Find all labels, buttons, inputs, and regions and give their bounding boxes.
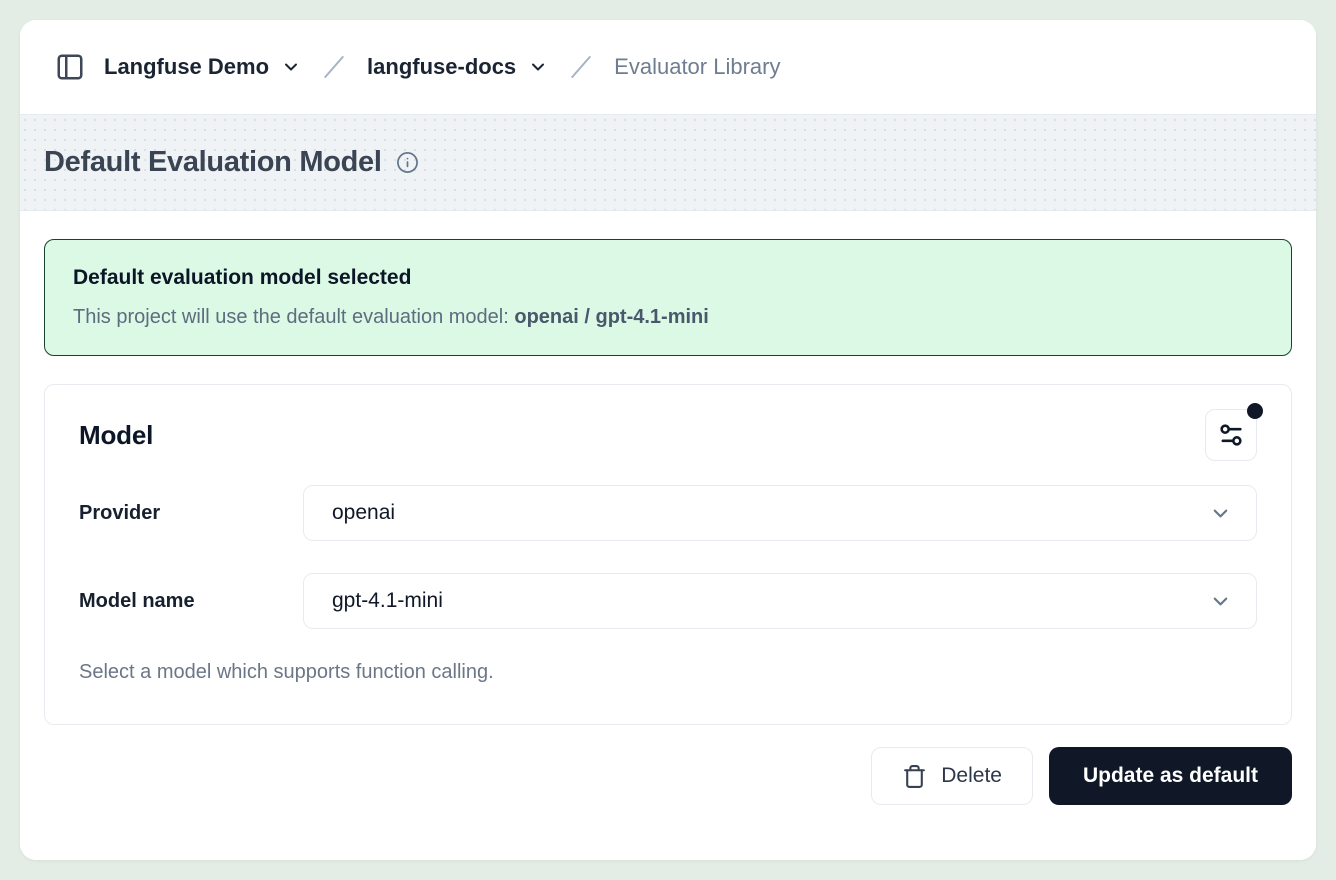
provider-label: Provider (79, 502, 303, 525)
slash-icon (566, 52, 596, 82)
notification-dot (1247, 403, 1263, 419)
page-background: { "breadcrumb": { "organization": "Langf… (0, 0, 1336, 880)
model-card-title: Model (79, 420, 153, 451)
alert-selected-model: openai / gpt-4.1-mini (514, 306, 708, 328)
model-name-selected-value: gpt-4.1-mini (332, 589, 443, 613)
delete-button[interactable]: Delete (871, 747, 1033, 805)
update-as-default-button[interactable]: Update as default (1049, 747, 1292, 805)
slash-icon (319, 52, 349, 82)
advanced-model-settings-button[interactable] (1205, 409, 1257, 461)
breadcrumb-organization-label: Langfuse Demo (104, 54, 269, 80)
model-name-label: Model name (79, 590, 303, 613)
trash-icon (902, 764, 927, 789)
form-actions: Delete Update as default (44, 747, 1292, 805)
model-name-select[interactable]: gpt-4.1-mini (303, 573, 1257, 629)
update-button-label: Update as default (1083, 764, 1258, 788)
alert-message-text: This project will use the default evalua… (73, 306, 514, 328)
breadcrumb-project-selector[interactable]: langfuse-docs (367, 54, 548, 80)
top-navigation-bar: Langfuse Demo langfuse-docs Evaluator Li… (20, 20, 1316, 115)
alert-message: This project will use the default evalua… (73, 306, 1263, 329)
main-panel: Langfuse Demo langfuse-docs Evaluator Li… (20, 20, 1316, 860)
model-card: Model Provider openai (44, 384, 1292, 725)
info-icon[interactable] (396, 151, 419, 174)
chevron-down-icon (528, 57, 548, 77)
model-helper-text: Select a model which supports function c… (79, 661, 1257, 684)
breadcrumb: Langfuse Demo langfuse-docs Evaluator Li… (104, 52, 780, 82)
content-area: Default evaluation model selected This p… (20, 211, 1316, 860)
sidebar-toggle-button[interactable] (50, 47, 90, 87)
breadcrumb-current-page: Evaluator Library (614, 54, 780, 80)
sliders-icon (1217, 421, 1245, 449)
delete-button-label: Delete (941, 764, 1002, 788)
page-title: Default Evaluation Model (44, 146, 382, 179)
breadcrumb-organization-selector[interactable]: Langfuse Demo (104, 54, 301, 80)
provider-selected-value: openai (332, 501, 395, 525)
page-header: Default Evaluation Model (20, 115, 1316, 211)
chevron-down-icon (1209, 502, 1232, 525)
alert-title: Default evaluation model selected (73, 266, 1263, 290)
default-model-alert: Default evaluation model selected This p… (44, 239, 1292, 356)
model-name-field-row: Model name gpt-4.1-mini (79, 573, 1257, 629)
model-card-header: Model (79, 409, 1257, 461)
breadcrumb-project-label: langfuse-docs (367, 54, 516, 80)
panel-left-icon (55, 52, 85, 82)
chevron-down-icon (281, 57, 301, 77)
provider-select[interactable]: openai (303, 485, 1257, 541)
provider-field-row: Provider openai (79, 485, 1257, 541)
chevron-down-icon (1209, 590, 1232, 613)
